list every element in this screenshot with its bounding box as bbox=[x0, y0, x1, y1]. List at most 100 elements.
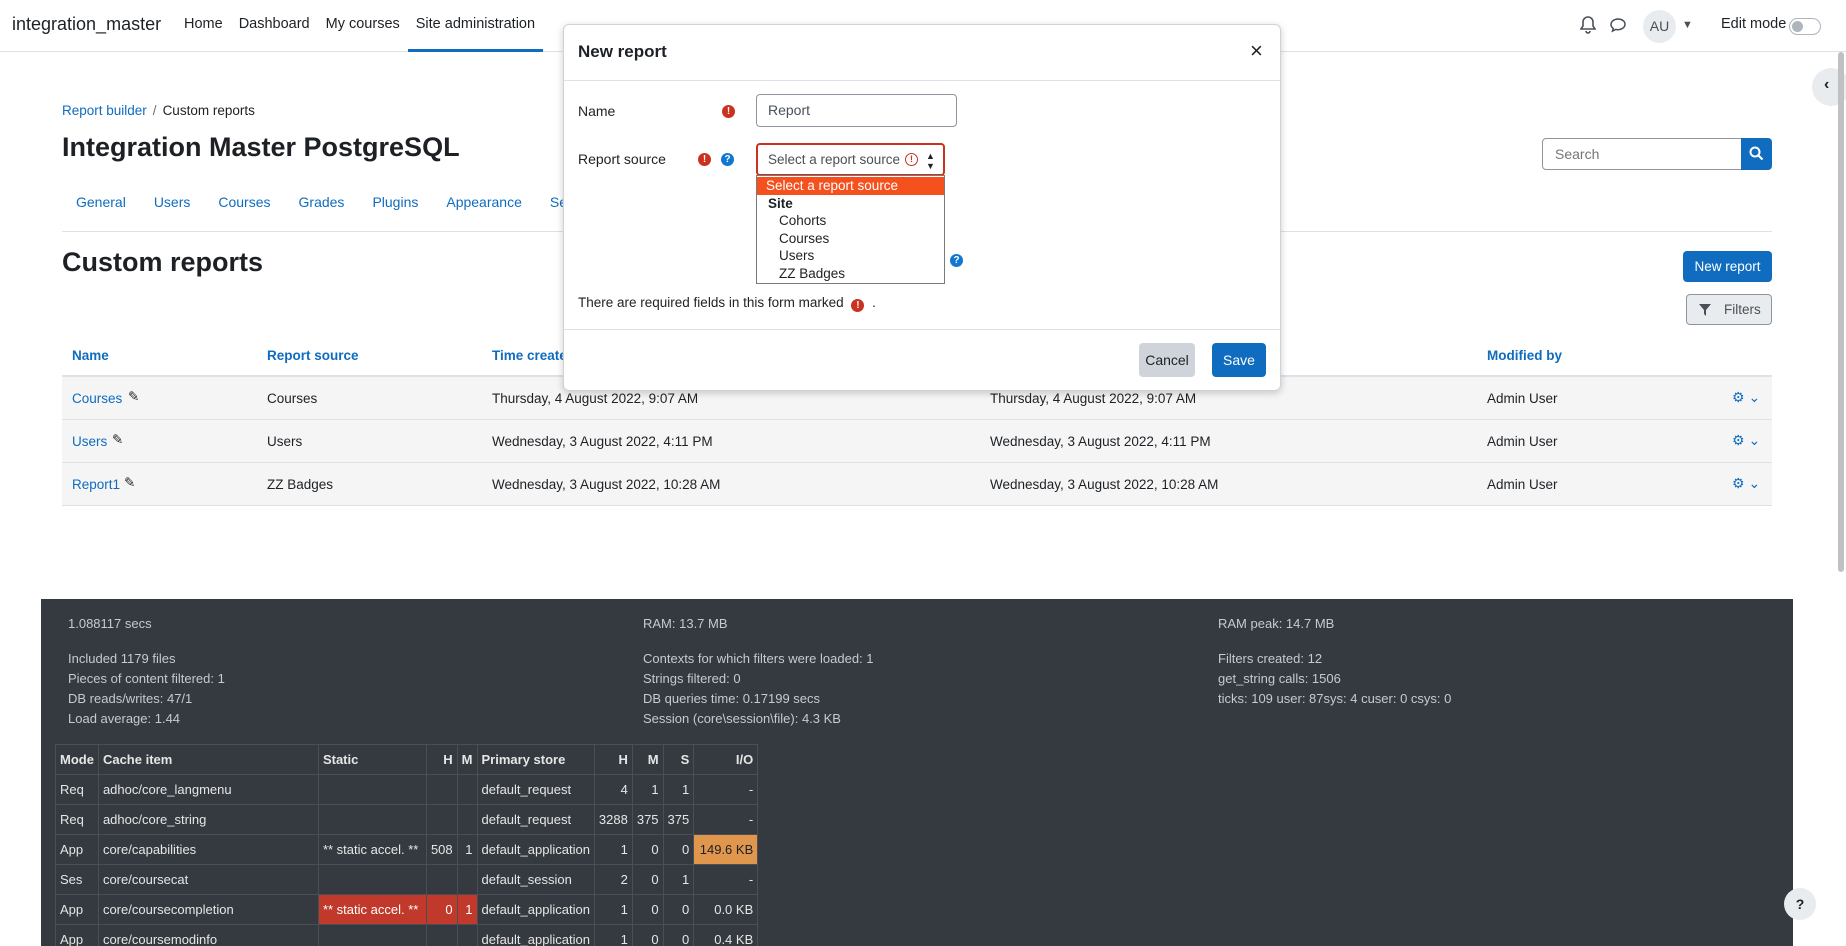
help-button[interactable]: ? bbox=[1784, 888, 1816, 920]
cache-cell: Req bbox=[55, 804, 99, 835]
cache-cell: - bbox=[693, 774, 759, 805]
pencil-icon[interactable]: ✎ bbox=[124, 475, 135, 491]
filters-label: Filters bbox=[1724, 302, 1761, 317]
cache-cell: default_request bbox=[476, 804, 595, 835]
cache-cell: - bbox=[693, 804, 759, 835]
cache-cell: 0 bbox=[662, 894, 695, 925]
perf-contexts: Contexts for which filters were loaded: … bbox=[643, 651, 874, 666]
report-source-select[interactable]: Select a report source ! ▲ ▼ bbox=[756, 143, 945, 176]
gear-icon[interactable]: ⚙ ⌄ bbox=[1732, 432, 1760, 449]
cache-cell: 1 bbox=[593, 924, 633, 946]
perf-load-average: Load average: 1.44 bbox=[68, 711, 181, 726]
pencil-icon[interactable]: ✎ bbox=[128, 389, 139, 405]
name-field[interactable]: Report bbox=[756, 94, 957, 127]
cache-cell: 375 bbox=[662, 804, 695, 835]
cancel-button[interactable]: Cancel bbox=[1139, 343, 1195, 377]
edit-mode-toggle[interactable] bbox=[1789, 18, 1821, 35]
time-modified-cell: Thursday, 4 August 2022, 9:07 AM bbox=[990, 391, 1197, 406]
perf-db-reads: DB reads/writes: 47/1 bbox=[68, 691, 193, 706]
pencil-icon[interactable]: ✎ bbox=[112, 432, 123, 448]
col-header-modified-by[interactable]: Modified by bbox=[1487, 348, 1562, 363]
nav-dashboard[interactable]: Dashboard bbox=[231, 0, 318, 52]
chevron-down-icon[interactable]: ▼ bbox=[1682, 19, 1693, 31]
nav-my-courses[interactable]: My courses bbox=[318, 0, 408, 52]
option-placeholder[interactable]: Select a report source bbox=[757, 177, 944, 195]
new-report-modal: New report × Name ! Report Report source… bbox=[563, 24, 1281, 391]
tab-users[interactable]: Users bbox=[140, 186, 205, 231]
perf-db-queries-time: DB queries time: 0.17199 secs bbox=[643, 691, 821, 706]
cache-col-hits: H bbox=[593, 744, 633, 775]
new-report-button[interactable]: New report bbox=[1683, 251, 1772, 282]
cache-col-mode: Mode bbox=[55, 744, 99, 775]
required-icon: ! bbox=[722, 105, 735, 118]
breadcrumb-custom-reports: Custom reports bbox=[162, 103, 255, 118]
cache-cell: core/coursemodinfo bbox=[97, 924, 319, 946]
modified-by-cell: Admin User bbox=[1487, 477, 1558, 492]
cache-cell: default_application bbox=[476, 924, 595, 946]
cache-cell: ** static accel. ** bbox=[317, 834, 427, 865]
messages-chat-icon[interactable] bbox=[1610, 17, 1626, 37]
nav-home[interactable]: Home bbox=[176, 0, 231, 52]
modal-header-divider bbox=[564, 80, 1280, 81]
cache-header-row: Mode Cache item Static H M Primary store… bbox=[55, 744, 759, 775]
admin-search bbox=[1542, 138, 1772, 170]
help-icon[interactable]: ? bbox=[721, 153, 734, 166]
breadcrumb-report-builder[interactable]: Report builder bbox=[62, 103, 147, 118]
site-brand[interactable]: integration_master bbox=[12, 14, 161, 35]
modified-by-cell: Admin User bbox=[1487, 391, 1558, 406]
tab-general[interactable]: General bbox=[62, 186, 140, 231]
tab-grades[interactable]: Grades bbox=[285, 186, 359, 231]
option-cohorts[interactable]: Cohorts bbox=[757, 212, 944, 230]
cache-cell: 0 bbox=[631, 894, 664, 925]
cache-cell: 1 bbox=[631, 774, 664, 805]
user-avatar[interactable]: AU bbox=[1643, 10, 1676, 43]
report-name-link[interactable]: Report1 bbox=[72, 477, 120, 492]
col-header-report-source[interactable]: Report source bbox=[267, 348, 359, 363]
report-source-cell: ZZ Badges bbox=[267, 477, 334, 492]
footer-col-3: RAM peak: 14.7 MB Filters created: 12 ge… bbox=[1218, 614, 1451, 709]
perf-filters-created: Filters created: 12 bbox=[1218, 651, 1323, 666]
performance-footer: 1.088117 secs Included 1179 files Pieces… bbox=[41, 599, 1793, 946]
gear-icon[interactable]: ⚙ ⌄ bbox=[1732, 475, 1760, 492]
perf-strings-filtered: Strings filtered: 0 bbox=[643, 671, 741, 686]
report-source-cell: Courses bbox=[267, 391, 318, 406]
tab-appearance[interactable]: Appearance bbox=[432, 186, 536, 231]
search-button[interactable] bbox=[1741, 138, 1772, 170]
search-input[interactable] bbox=[1542, 138, 1742, 170]
option-courses[interactable]: Courses bbox=[757, 230, 944, 248]
cache-col-primary-store: Primary store bbox=[476, 744, 595, 775]
option-zz-badges[interactable]: ZZ Badges bbox=[757, 265, 944, 283]
cache-row: Req adhoc/core_langmenu default_request 4 1 1… bbox=[55, 774, 759, 805]
close-icon[interactable]: × bbox=[1250, 38, 1263, 64]
cache-cell-bad: 0 bbox=[425, 894, 458, 925]
cache-cell-bad: ** static accel. ** bbox=[317, 894, 427, 925]
cache-col-misses: M bbox=[631, 744, 664, 775]
cache-cell: Req bbox=[55, 774, 99, 805]
save-button[interactable]: Save bbox=[1212, 343, 1266, 377]
table-row: Users ✎ Users Wednesday, 3 August 2022, … bbox=[62, 420, 1772, 463]
cache-cell bbox=[425, 774, 458, 805]
notifications-bell-icon[interactable] bbox=[1579, 16, 1597, 38]
col-header-time-created[interactable]: Time create bbox=[492, 348, 567, 363]
tab-courses[interactable]: Courses bbox=[204, 186, 284, 231]
page-title: Integration Master PostgreSQL bbox=[62, 132, 460, 162]
option-users[interactable]: Users bbox=[757, 247, 944, 265]
filters-button[interactable]: Filters bbox=[1686, 294, 1772, 325]
page-scrollbar[interactable] bbox=[1838, 52, 1844, 572]
cache-cell bbox=[317, 864, 427, 895]
help-icon[interactable]: ? bbox=[950, 254, 963, 267]
nav-site-administration[interactable]: Site administration bbox=[407, 0, 544, 52]
gear-icon[interactable]: ⚙ ⌄ bbox=[1732, 389, 1760, 406]
tab-plugins[interactable]: Plugins bbox=[358, 186, 432, 231]
cache-cell: 4 bbox=[593, 774, 633, 805]
col-header-name[interactable]: Name bbox=[72, 348, 109, 363]
cache-cell bbox=[456, 924, 478, 946]
cache-cell bbox=[456, 774, 478, 805]
footer-col-1: 1.088117 secs Included 1179 files Pieces… bbox=[68, 614, 225, 729]
cache-cell: 0 bbox=[631, 924, 664, 946]
report-name-link[interactable]: Courses bbox=[72, 391, 122, 406]
perf-time: 1.088117 secs bbox=[68, 616, 152, 631]
report-source-cell: Users bbox=[267, 434, 303, 449]
report-name-link[interactable]: Users bbox=[72, 434, 107, 449]
modal-footer-divider bbox=[564, 329, 1280, 330]
